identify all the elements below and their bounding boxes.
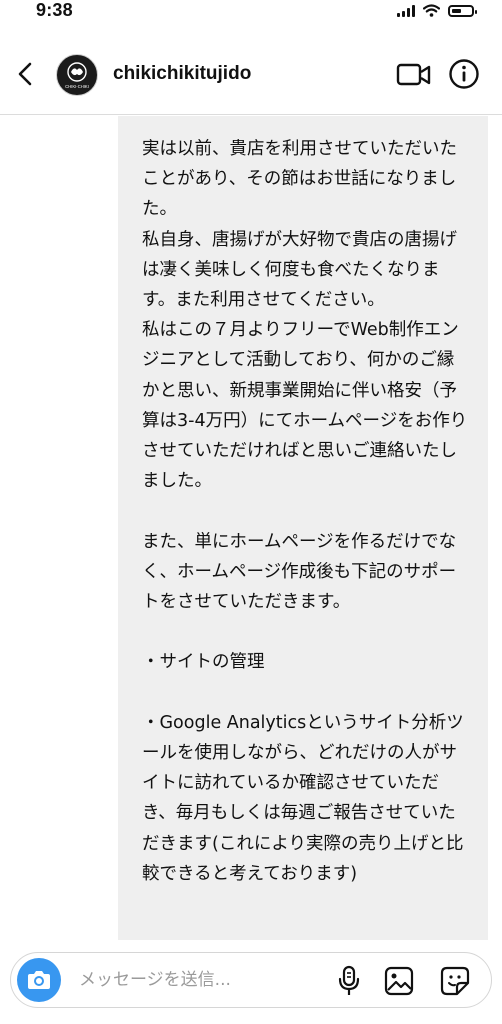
camera-button[interactable] [17,958,61,1002]
cellular-signal-icon [397,4,415,17]
brand-logo: CHIKI-CHIKI [65,62,89,89]
avatar-text: CHIKI-CHIKI [65,84,89,89]
status-icons [397,4,477,17]
status-bar: 9:38 [0,0,502,30]
chat-username[interactable]: chikichikitujido [113,63,251,85]
video-call-icon[interactable] [396,62,432,88]
message-text: 実は以前、貴店を利用させていただいたことがあり、その節はお世話になりました。 私… [142,139,468,884]
battery-icon [448,4,477,17]
wifi-icon [423,4,440,17]
sticker-icon[interactable] [439,965,471,997]
back-arrow-icon[interactable] [12,58,40,90]
message-input[interactable] [79,967,319,993]
message-composer [10,952,492,1008]
chat-header: CHIKI-CHIKI chikichikitujido [0,40,502,115]
info-icon[interactable] [448,58,480,90]
message-bubble[interactable]: 実は以前、貴店を利用させていただいたことがあり、その節はお世話になりました。 私… [118,116,488,940]
gallery-icon[interactable] [383,965,415,997]
status-time: 9:38 [36,0,73,20]
avatar[interactable]: CHIKI-CHIKI [56,54,98,96]
microphone-icon[interactable] [337,965,361,997]
camera-icon [28,971,50,989]
